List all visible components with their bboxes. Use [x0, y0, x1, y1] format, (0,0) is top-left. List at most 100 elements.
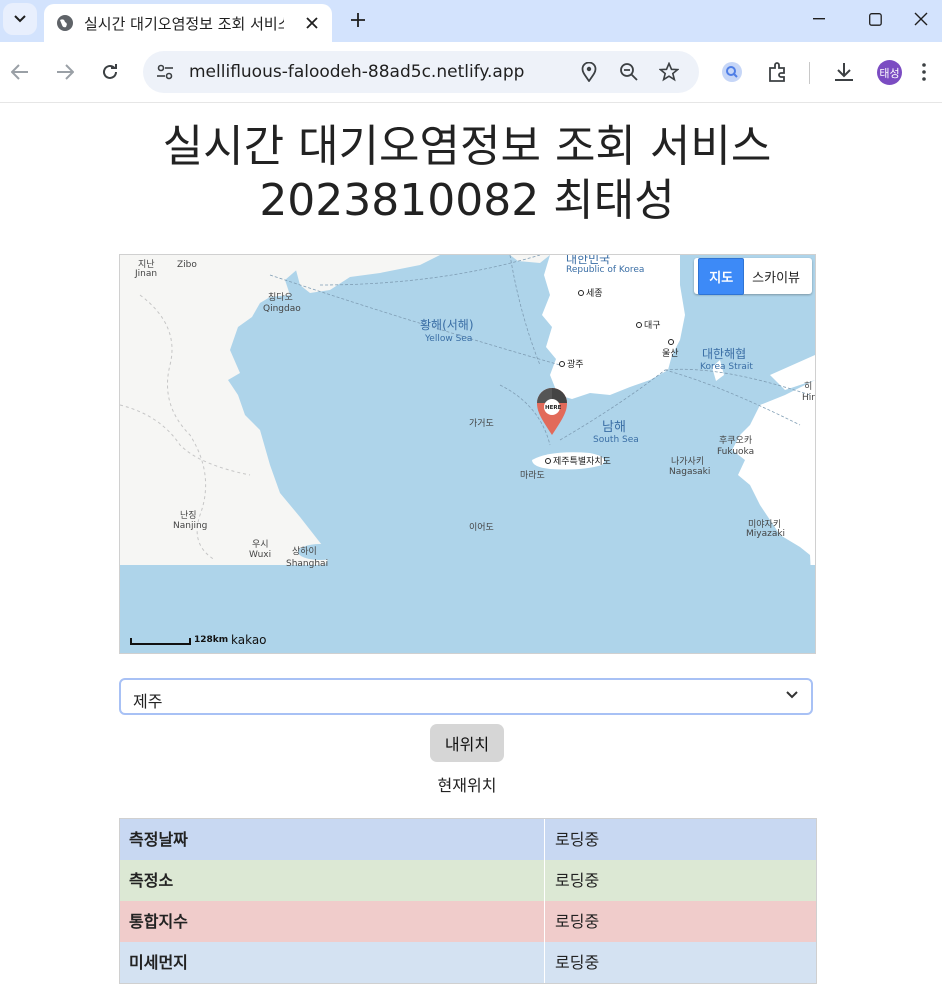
map-type-control: 지도 스카이뷰: [694, 257, 812, 295]
page-title: 실시간 대기오염정보 조회 서비스 2023810082 최태성: [0, 120, 934, 228]
here-marker[interactable]: HERE: [537, 388, 567, 435]
minimize-button[interactable]: [801, 6, 837, 32]
close-icon: [306, 17, 318, 29]
maximize-button[interactable]: [857, 6, 893, 32]
browser-toolbar: mellifluous-faloodeh-88ad5c.netlify.app …: [0, 42, 942, 103]
map-label: Korea Strait: [700, 362, 753, 372]
map-label: 후쿠오카: [719, 435, 752, 446]
map-label: Qingdao: [263, 304, 301, 314]
scale-bar: [130, 638, 191, 645]
map-label: 히: [804, 381, 812, 392]
map-view[interactable]: 지난 Jinan Zibo 칭다오 Qingdao 난징 Nanjing 우시 …: [119, 254, 816, 654]
map-type-map-button[interactable]: 지도: [698, 257, 745, 295]
table-row: 측정소 로딩중: [120, 860, 816, 901]
table-row: 측정날짜 로딩중: [120, 819, 816, 860]
reload-button[interactable]: [94, 56, 126, 88]
map-label: Nagasaki: [669, 467, 710, 477]
lens-extension-button[interactable]: [718, 58, 746, 86]
map-provider-logo: kakao: [231, 633, 267, 647]
map-label: Hir: [802, 393, 815, 403]
map-label: South Sea: [593, 435, 639, 445]
map-label: 대한해협: [702, 347, 746, 361]
more-vertical-icon: [922, 63, 926, 81]
chevron-down-icon: [14, 15, 26, 23]
tab-search-button[interactable]: [3, 3, 37, 35]
location-pin-icon: [581, 62, 597, 82]
close-tab-button[interactable]: [302, 13, 322, 33]
tab-strip: 실시간 대기오염정보 조회 서비스: [0, 0, 942, 42]
table-key: 측정날짜: [120, 819, 545, 860]
star-icon: [659, 62, 679, 82]
map-label: 대구: [644, 320, 661, 331]
korea-landmass: [542, 255, 685, 399]
puzzle-icon: [769, 62, 785, 82]
page-title-line2: 2023810082 최태성: [259, 175, 675, 226]
map-label: Nanjing: [173, 521, 207, 531]
map-label: 상하이: [292, 546, 317, 557]
extensions-button[interactable]: [764, 58, 792, 86]
browser-menu-button[interactable]: [914, 58, 934, 86]
map-label: 난징: [180, 510, 197, 521]
address-bar[interactable]: mellifluous-faloodeh-88ad5c.netlify.app: [143, 51, 699, 93]
china-landmass: [120, 255, 330, 565]
current-location-label: 현재위치: [437, 776, 497, 795]
globe-icon: [57, 15, 73, 31]
toolbar-separator: [809, 62, 810, 84]
map-label: 울산: [662, 348, 679, 359]
ferry-route: [509, 255, 541, 366]
region-select-value: 제주: [133, 692, 163, 711]
maximize-icon: [868, 12, 882, 26]
arrow-right-icon: [57, 64, 74, 80]
table-value: 로딩중: [555, 871, 600, 890]
map-label: 칭다오: [268, 292, 293, 303]
reload-icon: [103, 64, 117, 79]
map-label: Jinan: [134, 269, 157, 279]
table-row: 통합지수 로딩중: [120, 901, 816, 942]
scale-label: 128km: [194, 635, 229, 645]
downloads-button[interactable]: [830, 58, 858, 86]
plus-icon: [351, 13, 365, 27]
close-icon: [914, 12, 928, 26]
map-label: Wuxi: [249, 550, 271, 560]
map-label: 황해(서해): [420, 318, 474, 332]
tab-title: 실시간 대기오염정보 조회 서비스: [84, 15, 284, 33]
bookmark-button[interactable]: [657, 60, 681, 84]
map-scale: 128km: [130, 635, 228, 645]
table-row: 미세먼지 로딩중: [120, 942, 816, 983]
forward-button[interactable]: [49, 56, 81, 88]
map-label: 마라도: [520, 470, 545, 481]
table-value: 로딩중: [555, 912, 600, 931]
close-window-button[interactable]: [903, 6, 939, 32]
map-type-skyview-button[interactable]: 스카이뷰: [744, 259, 808, 294]
map-label: Republic of Korea: [566, 265, 644, 275]
region-select[interactable]: 제주: [119, 678, 813, 715]
map-label: 나가사키: [671, 456, 704, 467]
download-icon: [835, 63, 853, 81]
location-button[interactable]: [577, 60, 601, 84]
map-label: Shanghai: [286, 559, 328, 569]
profile-avatar[interactable]: 태성: [877, 60, 902, 85]
table-value: 로딩중: [555, 953, 600, 972]
minimize-icon: [813, 18, 825, 20]
map-label: Zibo: [177, 260, 197, 270]
url-text: mellifluous-faloodeh-88ad5c.netlify.app: [189, 62, 525, 82]
my-location-button[interactable]: 내위치: [430, 724, 504, 762]
table-key: 미세먼지: [120, 942, 545, 983]
lens-icon: [722, 62, 742, 82]
active-tab[interactable]: 실시간 대기오염정보 조회 서비스: [44, 4, 332, 42]
map-label: Yellow Sea: [424, 334, 472, 344]
map-label: 제주특별자치도: [553, 455, 611, 467]
table-value: 로딩중: [555, 830, 600, 849]
new-tab-button[interactable]: [344, 6, 372, 34]
map-label: 광주: [567, 358, 584, 370]
map-canvas: 지난 Jinan Zibo 칭다오 Qingdao 난징 Nanjing 우시 …: [120, 255, 815, 653]
zoom-button[interactable]: [617, 60, 641, 84]
arrow-left-icon: [11, 64, 28, 80]
marker-label: HERE: [545, 405, 562, 411]
table-key: 측정소: [120, 860, 545, 901]
chevron-down-icon: [786, 691, 798, 699]
site-settings-icon: [157, 64, 173, 80]
air-quality-table: 측정날짜 로딩중 측정소 로딩중 통합지수 로딩중 미세먼지 로딩중: [119, 818, 817, 984]
back-button[interactable]: [4, 56, 36, 88]
map-label: 세종: [586, 288, 603, 299]
